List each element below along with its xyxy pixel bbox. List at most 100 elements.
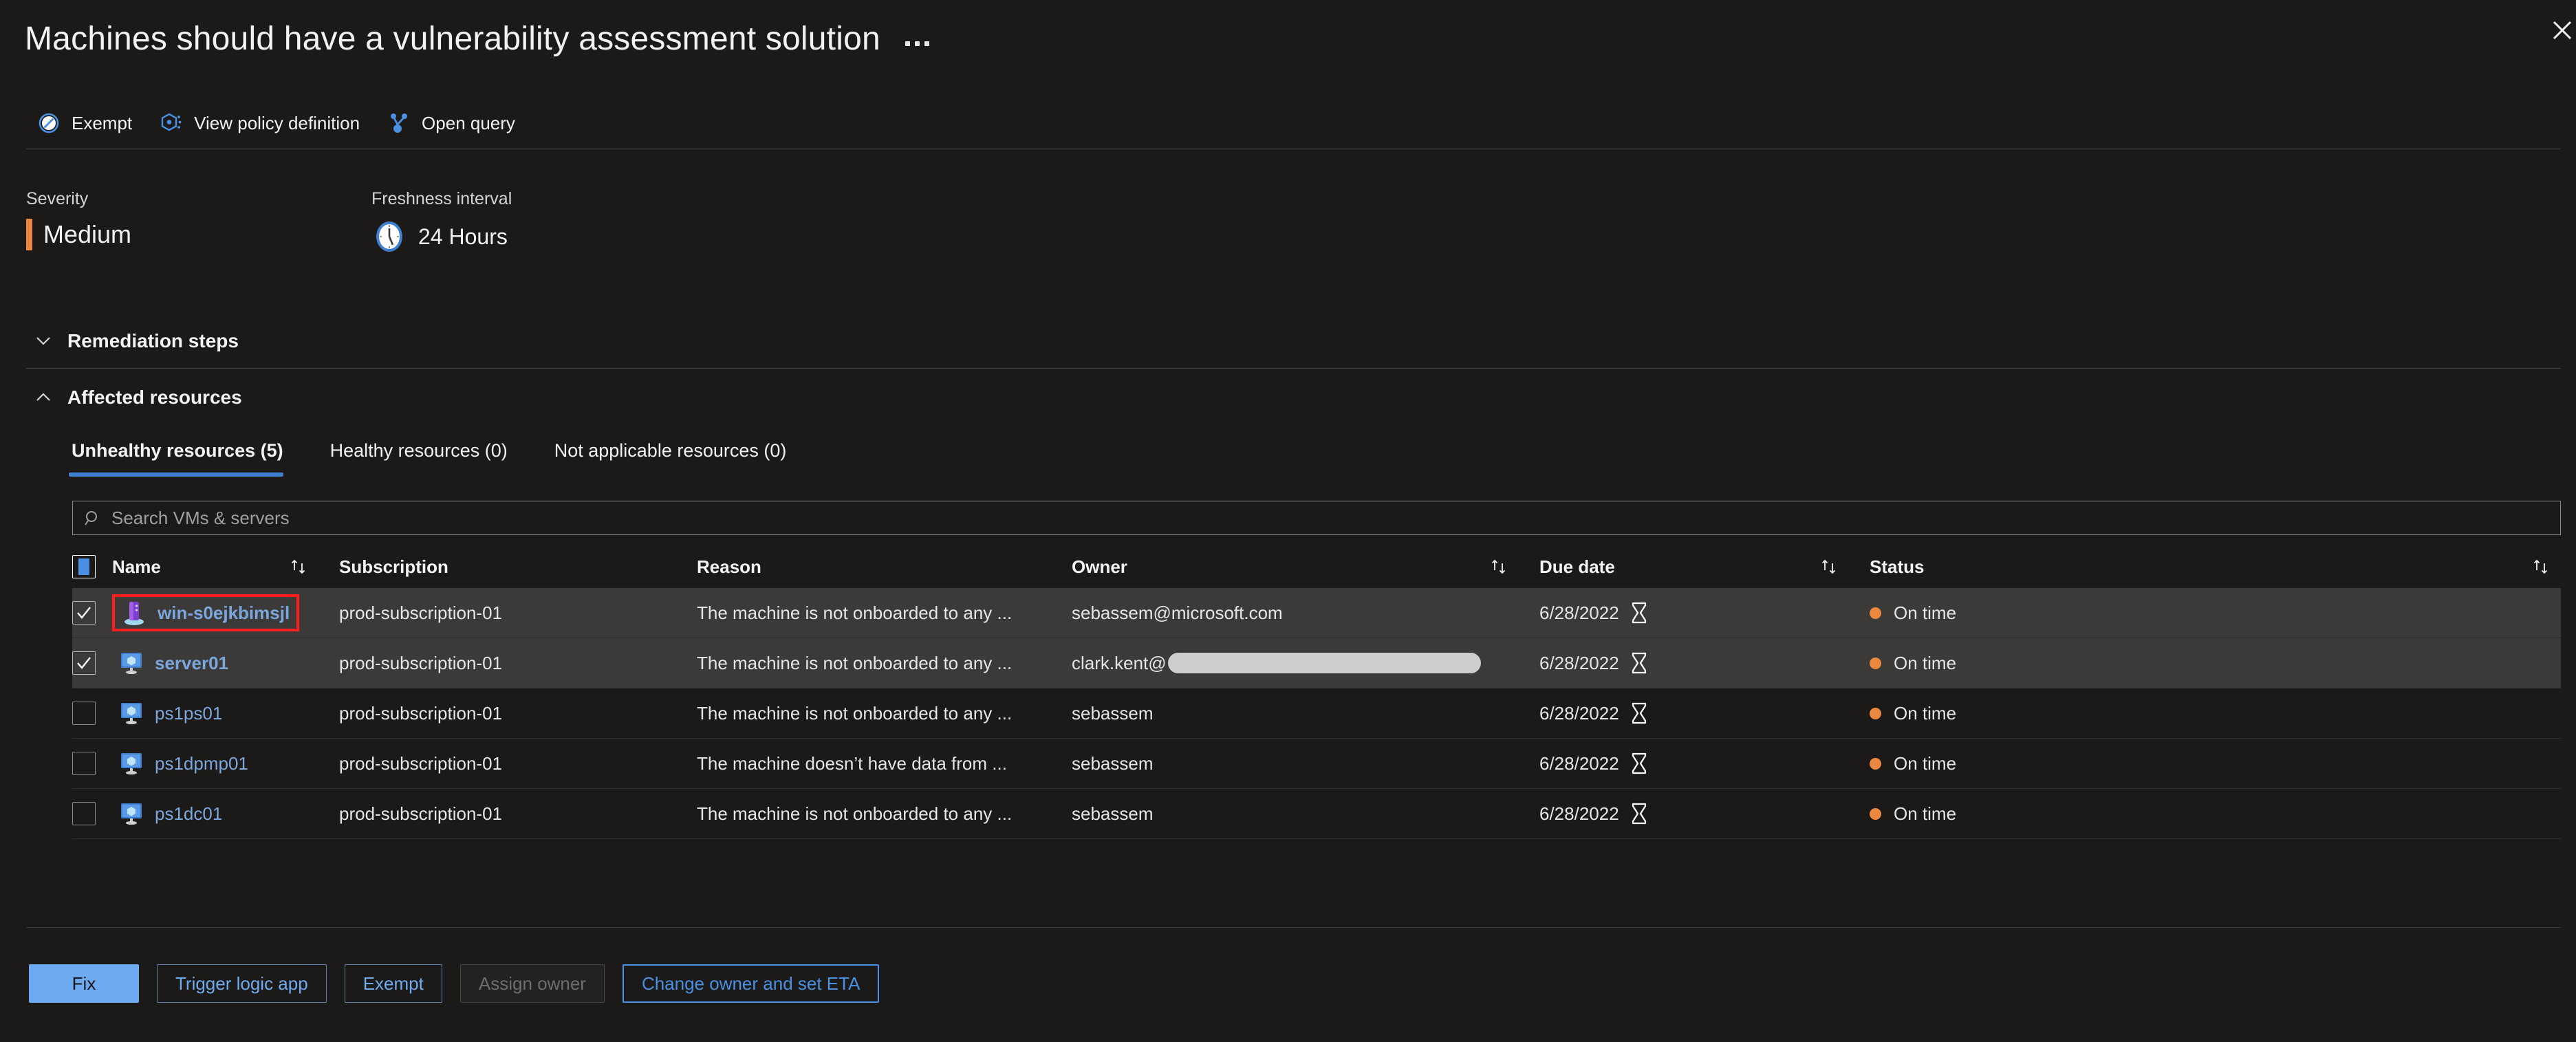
change-owner-and-set-eta-button[interactable]: Change owner and set ETA (622, 964, 880, 1003)
select-all-cell (72, 555, 112, 578)
more-options-button[interactable] (901, 34, 933, 53)
status-dot-icon (1870, 707, 1881, 719)
subscription-value: prod-subscription-01 (339, 652, 503, 673)
row-select-cell (72, 752, 112, 775)
resource-name-link[interactable]: win-s0ejkbimsjl (158, 603, 290, 624)
action-button-bar: Fix Trigger logic app Exempt Assign owner Ch… (29, 964, 880, 1003)
row-checkbox[interactable] (72, 651, 96, 675)
row-checkbox[interactable] (72, 702, 96, 725)
fix-button[interactable]: Fix (29, 964, 139, 1003)
owner-redaction-bar (1167, 653, 1481, 673)
hourglass-icon (1632, 803, 1646, 825)
status-cell: On time (1870, 703, 2561, 724)
resource-name-link-wrapper[interactable]: win-s0ejkbimsjl (112, 594, 300, 631)
resource-name-link[interactable]: ps1dpmp01 (155, 753, 248, 774)
column-header-name[interactable]: Name (112, 556, 339, 578)
resource-name-link-wrapper[interactable]: ps1ps01 (112, 697, 229, 729)
table-header-row: Name Subscription Reason Owner Due date (72, 545, 2561, 588)
owner-value: sebassem (1072, 752, 1154, 774)
resource-name-link-wrapper[interactable]: ps1dc01 (112, 798, 229, 829)
indeterminate-indicator-icon (78, 558, 89, 575)
resource-name-cell: ps1ps01 (112, 697, 339, 729)
column-header-due-date[interactable]: Due date (1539, 556, 1870, 578)
due-date-hourglass (1629, 752, 1649, 775)
table-row[interactable]: win-s0ejkbimsjl prod-subscription-01 The… (72, 588, 2561, 638)
search-box[interactable] (72, 501, 2561, 535)
table-body: win-s0ejkbimsjl prod-subscription-01 The… (72, 588, 2561, 839)
column-header-owner[interactable]: Owner (1072, 556, 1539, 578)
vulnerability-assessment-blade: Machines should have a vulnerability ass… (0, 0, 2576, 1042)
column-header-status[interactable]: Status (1870, 556, 2561, 578)
exempt-command[interactable]: Exempt (28, 106, 150, 140)
due-date-value: 6/28/2022 (1539, 602, 1619, 623)
row-select-cell (72, 601, 112, 625)
row-checkbox[interactable] (72, 601, 96, 625)
owner-value: sebassem (1072, 702, 1154, 724)
section-remediation-steps[interactable]: Remediation steps (34, 330, 239, 352)
checkmark-icon (77, 657, 91, 669)
status-dot-icon (1870, 757, 1881, 770)
search-input[interactable] (111, 507, 2549, 529)
due-date-cell: 6/28/2022 (1539, 802, 1870, 825)
button-label: Trigger logic app (175, 973, 308, 994)
reason-value: The machine is not onboarded to any ... (697, 702, 1013, 724)
tab-unhealthy-resources[interactable]: Unhealthy resources (5) (69, 433, 304, 477)
exempt-button[interactable]: Exempt (344, 964, 442, 1003)
resource-name-link[interactable]: ps1dc01 (155, 803, 222, 825)
sort-owner-icon[interactable] (1489, 556, 1509, 577)
tab-not-applicable-resources[interactable]: Not applicable resources (0) (552, 433, 808, 477)
button-label: Fix (72, 973, 96, 994)
due-date-value: 6/28/2022 (1539, 702, 1619, 724)
button-label: Assign owner (478, 973, 586, 994)
resource-name-cell: server01 (112, 647, 339, 679)
sort-name-icon[interactable] (288, 556, 309, 577)
hourglass-icon (1632, 702, 1646, 724)
row-checkbox[interactable] (72, 752, 96, 775)
checkmark-icon (77, 607, 91, 619)
sort-due-date-icon[interactable] (1819, 556, 1839, 577)
tab-healthy-label: Healthy resources (0) (329, 440, 508, 461)
view-policy-definition-command[interactable]: View policy definition (150, 106, 378, 140)
close-button[interactable] (2539, 12, 2576, 55)
column-header-subscription[interactable]: Subscription (339, 556, 697, 578)
footer-divider (26, 927, 2561, 928)
resource-name-link-wrapper[interactable]: server01 (112, 647, 235, 679)
resource-name-link[interactable]: ps1ps01 (155, 703, 222, 724)
row-checkbox[interactable] (72, 802, 96, 825)
tab-unhealthy-label: Unhealthy resources (5) (72, 440, 283, 461)
tab-healthy-resources[interactable]: Healthy resources (0) (327, 433, 528, 477)
select-all-checkbox[interactable] (72, 555, 96, 578)
table-row[interactable]: server01 prod-subscription-01 The machin… (72, 638, 2561, 688)
status-cell: On time (1870, 653, 2561, 674)
sort-status-icon[interactable] (2531, 556, 2551, 577)
close-icon (2553, 21, 2572, 40)
resource-name-link[interactable]: server01 (155, 653, 228, 674)
reason-cell: The machine is not onboarded to any ... (697, 803, 1072, 825)
trigger-logic-app-button[interactable]: Trigger logic app (157, 964, 327, 1003)
severity-indicator-bar (26, 219, 32, 250)
subscription-value: prod-subscription-01 (339, 752, 503, 774)
status-cell: On time (1870, 803, 2561, 825)
freshness-property: Freshness interval 24 Hours (371, 189, 512, 254)
chevron-down-icon (36, 337, 50, 345)
owner-value: clark.kent@ (1072, 652, 1167, 673)
owner-cell: sebassem (1072, 803, 1539, 825)
due-date-value: 6/28/2022 (1539, 803, 1619, 824)
due-date-hourglass (1629, 651, 1649, 675)
freshness-value: 24 Hours (418, 224, 508, 249)
vm-blue-icon (121, 703, 142, 725)
severity-label: Severity (26, 189, 89, 208)
reason-cell: The machine doesn’t have data from ... (697, 753, 1072, 774)
column-header-reason[interactable]: Reason (697, 556, 1072, 578)
section-affected-label: Affected resources (67, 387, 242, 408)
table-row[interactable]: ps1dpmp01 prod-subscription-01 The machi… (72, 739, 2561, 788)
section-affected-resources[interactable]: Affected resources (34, 387, 242, 409)
subscription-cell: prod-subscription-01 (339, 703, 697, 724)
button-label: Change owner and set ETA (641, 973, 861, 994)
table-row[interactable]: ps1dc01 prod-subscription-01 The machine… (72, 789, 2561, 838)
open-query-command[interactable]: Open query (378, 106, 533, 140)
resource-name-link-wrapper[interactable]: ps1dpmp01 (112, 748, 255, 779)
due-date-cell: 6/28/2022 (1539, 752, 1870, 775)
hourglass-icon (1632, 602, 1646, 624)
table-row[interactable]: ps1ps01 prod-subscription-01 The machine… (72, 688, 2561, 738)
